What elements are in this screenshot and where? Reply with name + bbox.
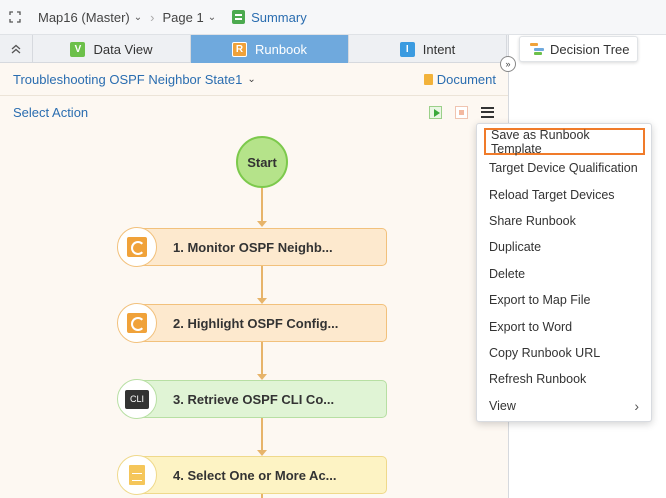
menu-item-label: Save as Runbook Template bbox=[491, 127, 590, 156]
chevron-right-icon: › bbox=[634, 397, 639, 414]
page-breadcrumb[interactable]: Page 1 ⌄ bbox=[162, 10, 216, 25]
menu-item-target-device-qualification[interactable]: Target Device Qualification bbox=[477, 155, 651, 181]
summary-button[interactable]: Summary bbox=[232, 10, 307, 25]
breadcrumb-separator-icon: › bbox=[150, 9, 155, 25]
menu-item-reload-target-devices[interactable]: Reload Target Devices bbox=[477, 181, 651, 207]
menu-item-label: Target Device Qualification bbox=[489, 161, 638, 176]
tab-label: Data View bbox=[93, 41, 153, 57]
pane-tab-bar: V Data View R Runbook I Intent bbox=[0, 35, 508, 63]
flow-arrow-icon bbox=[257, 221, 267, 227]
menu-item-export-to-map-file[interactable]: Export to Map File bbox=[477, 287, 651, 313]
menu-item-delete[interactable]: Delete bbox=[477, 261, 651, 287]
monitor-icon bbox=[127, 237, 147, 257]
play-icon[interactable] bbox=[429, 105, 442, 119]
menu-item-label: View bbox=[489, 398, 516, 413]
tab-data-view[interactable]: V Data View bbox=[33, 35, 191, 63]
document-link[interactable]: Document bbox=[423, 71, 496, 87]
menu-item-label: Share Runbook bbox=[489, 213, 576, 228]
document-label: Document bbox=[436, 71, 496, 87]
menu-item-label: Delete bbox=[489, 266, 526, 281]
flow-connector bbox=[261, 494, 263, 498]
tab-intent[interactable]: I Intent bbox=[349, 35, 507, 63]
flow-node[interactable]: 4. Select One or More Ac... bbox=[134, 456, 387, 494]
fullscreen-icon[interactable] bbox=[0, 0, 30, 35]
menu-item-export-to-word[interactable]: Export to Word bbox=[477, 313, 651, 339]
map-label: Map16 (Master) bbox=[38, 9, 130, 25]
intent-icon: I bbox=[399, 41, 415, 57]
node-label: 1. Monitor OSPF Neighb... bbox=[173, 239, 333, 255]
select-action-link[interactable]: Select Action bbox=[13, 105, 88, 120]
menu-item-label: Export to Map File bbox=[489, 293, 591, 308]
node-icon-wrap bbox=[117, 303, 157, 343]
node-icon-wrap: CLI bbox=[117, 379, 157, 419]
menu-item-save-as-runbook-template[interactable]: Save as Runbook Template bbox=[484, 127, 645, 156]
flow-connector bbox=[261, 342, 263, 375]
menu-item-refresh-runbook[interactable]: Refresh Runbook bbox=[477, 366, 651, 392]
decision-tree-label: Decision Tree bbox=[550, 41, 630, 57]
tab-label: Intent bbox=[422, 41, 456, 57]
collapse-up-icon[interactable] bbox=[0, 35, 33, 63]
menu-item-label: Reload Target Devices bbox=[489, 187, 615, 202]
decision-tree-button[interactable]: Decision Tree bbox=[519, 36, 639, 62]
node-label: 3. Retrieve OSPF CLI Co... bbox=[173, 391, 335, 407]
menu-item-copy-runbook-url[interactable]: Copy Runbook URL bbox=[477, 340, 651, 366]
menu-item-view[interactable]: View › bbox=[477, 393, 651, 419]
tab-label: Runbook bbox=[254, 41, 308, 57]
node-label: 4. Select One or More Ac... bbox=[173, 467, 337, 483]
stop-icon[interactable] bbox=[455, 105, 468, 119]
cli-icon: CLI bbox=[125, 389, 149, 409]
map-breadcrumb[interactable]: Map16 (Master) ⌄ bbox=[38, 10, 142, 25]
runbook-icon: R bbox=[231, 41, 247, 57]
chevron-down-icon: ⌄ bbox=[133, 11, 143, 23]
flow-node[interactable]: 1. Monitor OSPF Neighb... bbox=[134, 228, 387, 266]
runbook-context-menu: Save as Runbook Template Target Device Q… bbox=[476, 123, 652, 422]
node-label: 2. Highlight OSPF Config... bbox=[173, 315, 339, 331]
tab-runbook[interactable]: R Runbook bbox=[191, 35, 349, 63]
menu-item-share-runbook[interactable]: Share Runbook bbox=[477, 208, 651, 234]
flow-node[interactable]: 3. Retrieve OSPF CLI Co... bbox=[134, 380, 387, 418]
summary-label: Summary bbox=[251, 9, 307, 25]
monitor-icon bbox=[127, 313, 147, 333]
document-icon bbox=[423, 73, 433, 85]
node-icon-wrap bbox=[117, 455, 157, 495]
menu-item-duplicate[interactable]: Duplicate bbox=[477, 234, 651, 260]
flow-node[interactable]: 2. Highlight OSPF Config... bbox=[134, 304, 387, 342]
document-icon bbox=[129, 465, 145, 485]
flow-connector bbox=[261, 266, 263, 299]
hamburger-menu-icon[interactable] bbox=[481, 106, 494, 118]
runbook-selector[interactable]: Troubleshooting OSPF Neighbor State1 ⌄ bbox=[13, 72, 256, 87]
page-label: Page 1 bbox=[162, 9, 204, 25]
action-bar: Select Action bbox=[0, 96, 508, 128]
data-view-icon: V bbox=[70, 41, 86, 57]
runbook-panel: Troubleshooting OSPF Neighbor State1 ⌄ D… bbox=[0, 63, 508, 498]
top-toolbar: Map16 (Master) ⌄ › Page 1 ⌄ Summary bbox=[0, 0, 666, 35]
flow-connector bbox=[261, 188, 263, 222]
chevron-down-icon: ⌄ bbox=[207, 11, 217, 23]
runbook-header: Troubleshooting OSPF Neighbor State1 ⌄ D… bbox=[0, 63, 508, 96]
menu-item-label: Export to Word bbox=[489, 319, 573, 334]
menu-item-label: Copy Runbook URL bbox=[489, 345, 601, 360]
runbook-title: Troubleshooting OSPF Neighbor State1 bbox=[13, 71, 243, 87]
node-icon-wrap bbox=[117, 227, 157, 267]
menu-item-label: Refresh Runbook bbox=[489, 372, 587, 387]
chevron-down-icon: ⌄ bbox=[247, 73, 256, 85]
menu-item-label: Duplicate bbox=[489, 240, 542, 255]
decision-tree-icon bbox=[530, 43, 544, 55]
summary-icon bbox=[232, 10, 246, 24]
flow-connector bbox=[261, 418, 263, 451]
start-node[interactable]: Start bbox=[236, 136, 288, 188]
expand-right-icon[interactable]: » bbox=[500, 56, 516, 72]
